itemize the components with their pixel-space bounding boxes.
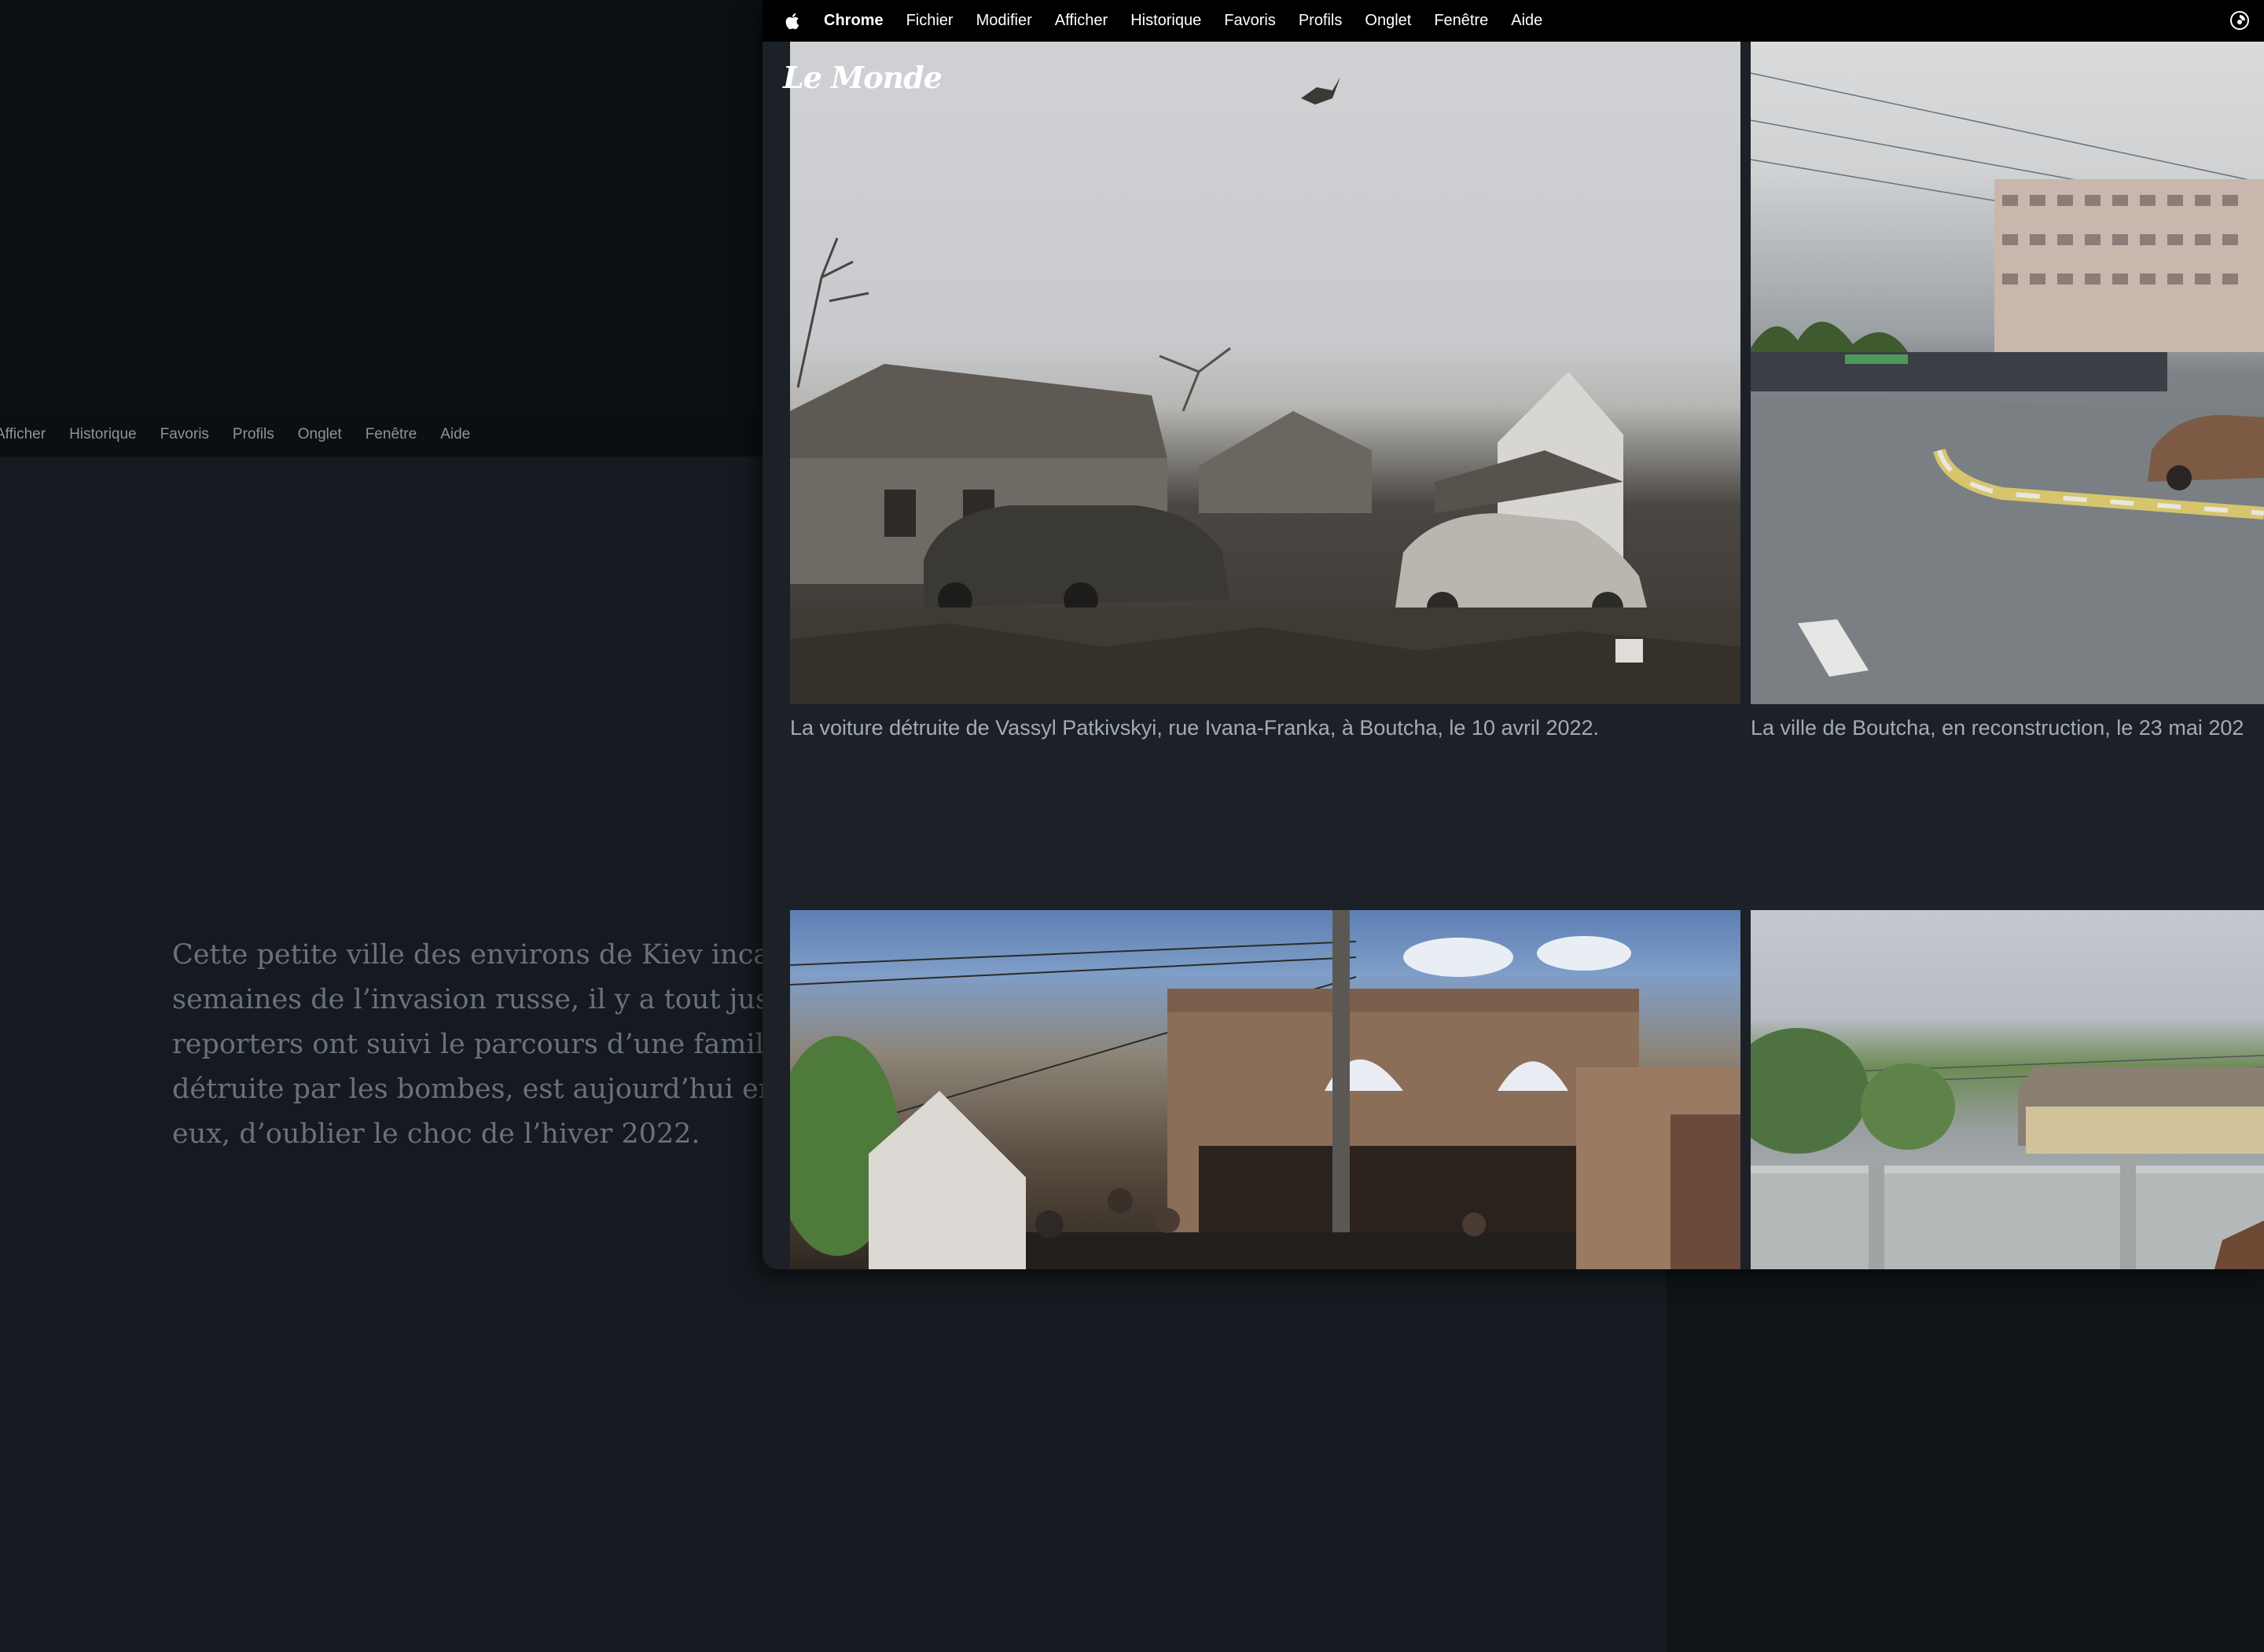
menu-chrome[interactable]: Chrome xyxy=(824,12,884,30)
menu-historique[interactable]: Historique xyxy=(1130,12,1201,30)
photo-caption: La ville de Boutcha, en reconstruction, … xyxy=(1751,716,2244,740)
control-center-icon[interactable] xyxy=(2229,10,2250,31)
apple-icon[interactable] xyxy=(783,11,800,31)
gallery-photo-burned-house[interactable] xyxy=(790,910,1740,1269)
photo-illustration xyxy=(1751,72,2264,704)
photo-illustration xyxy=(790,77,1740,704)
bg-menu-profils: Profils xyxy=(232,426,274,442)
gallery-photo-boutcha-town[interactable] xyxy=(1751,42,2264,704)
bg-menu-fenetre: Fenêtre xyxy=(365,426,417,442)
macos-menubar: Chrome Fichier Modifier Afficher Histori… xyxy=(763,0,2264,42)
bg-menu-historique: Historique xyxy=(69,426,137,442)
menu-profils[interactable]: Profils xyxy=(1299,12,1343,30)
menu-modifier[interactable]: Modifier xyxy=(976,12,1032,30)
menu-fichier[interactable]: Fichier xyxy=(906,12,954,30)
menu-fenetre[interactable]: Fenêtre xyxy=(1434,12,1488,30)
menu-favoris[interactable]: Favoris xyxy=(1224,12,1276,30)
bg-menu-afficher: Afficher xyxy=(0,426,46,442)
bg-menu-onglet: Onglet xyxy=(297,426,342,442)
background-window-lower-right xyxy=(1667,1269,2264,1652)
menu-afficher[interactable]: Afficher xyxy=(1055,12,1108,30)
bg-menu-favoris: Favoris xyxy=(160,426,209,442)
background-window-top-area xyxy=(0,0,763,413)
bg-menu-aide: Aide xyxy=(440,426,471,442)
background-menubar: Afficher Historique Favoris Profils Ongl… xyxy=(0,413,763,457)
menu-onglet[interactable]: Onglet xyxy=(1365,12,1411,30)
web-page: Le Monde La voiture détruite de Vassyl P… xyxy=(763,42,2264,1269)
photo-illustration xyxy=(1751,1028,2264,1269)
gallery-photo-wall[interactable] xyxy=(1751,910,2264,1269)
chrome-window: Chrome Fichier Modifier Afficher Histori… xyxy=(763,0,2264,1269)
photo-caption: La voiture détruite de Vassyl Patkivskyi… xyxy=(790,716,1600,740)
le-monde-logo[interactable]: Le Monde xyxy=(783,60,943,95)
gallery-photo-destroyed-car[interactable] xyxy=(790,42,1740,704)
menu-aide[interactable]: Aide xyxy=(1511,12,1542,30)
photo-illustration xyxy=(790,910,1740,1269)
